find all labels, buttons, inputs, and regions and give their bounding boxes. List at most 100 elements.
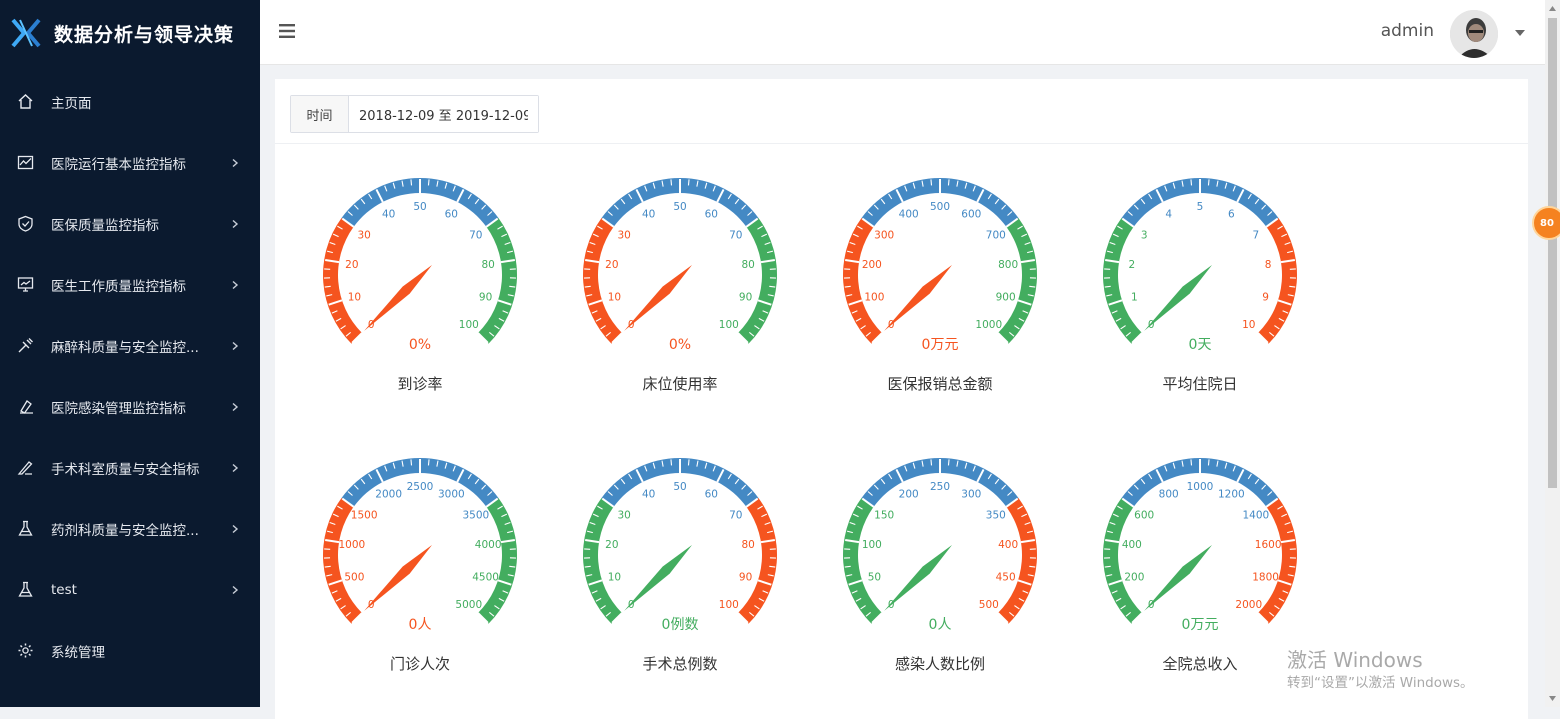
main-panel: 时间 01020304050607080901000%到诊率0102030405… xyxy=(275,79,1528,719)
top-header: admin xyxy=(260,0,1545,65)
gauge-title: 感染人数比例 xyxy=(895,655,985,673)
date-range-input[interactable] xyxy=(349,96,538,132)
gauge-pointer xyxy=(364,545,432,611)
gauge-tick xyxy=(585,286,591,287)
gauge-tick-label: 300 xyxy=(874,229,894,241)
gauge-tick-label: 500 xyxy=(930,201,950,213)
gauge-tick-label: 2500 xyxy=(407,481,434,493)
sidebar-item-0[interactable]: 主页面 xyxy=(0,71,260,132)
gauge-tick-label: 300 xyxy=(961,489,981,501)
gauge-tick xyxy=(1029,566,1035,567)
scroll-down-icon[interactable] xyxy=(1548,694,1557,703)
gauge-4: 0500100015002000250030003500400045005000… xyxy=(300,439,540,679)
gauge-tick xyxy=(1289,566,1295,567)
chevron-right-icon xyxy=(230,524,240,534)
gauge-tick-label: 250 xyxy=(930,481,950,493)
gauge-tick-label: 20 xyxy=(345,259,358,271)
gauge-tick-label: 30 xyxy=(617,509,630,521)
gauge-tick-label: 30 xyxy=(617,229,630,241)
sidebar-item-label: 主页面 xyxy=(51,92,92,112)
sidebar-item-label: 药剂科质量与安全监控... xyxy=(51,519,199,539)
gauge-tick-label: 1800 xyxy=(1252,571,1279,583)
gauge-band-0 xyxy=(1103,218,1142,344)
page-scrollbar[interactable] xyxy=(1545,0,1560,707)
gauge-chart: 0501001502002503003504004505000人感染人数比例 xyxy=(820,439,1060,679)
gauge-chart: 0123456789100天平均住院日 xyxy=(1080,159,1320,399)
sidebar-item-label: 医生工作质量监控指标 xyxy=(51,275,186,295)
gauge-tick xyxy=(325,286,331,287)
chevron-right-icon xyxy=(230,219,240,229)
gauge-chart: 0500100015002000250030003500400045005000… xyxy=(300,439,540,679)
gauge-title: 床位使用率 xyxy=(642,375,717,393)
gauge-tick-label: 9 xyxy=(1262,291,1269,303)
gauge-tick-label: 2 xyxy=(1129,259,1136,271)
gauge-title: 平均住院日 xyxy=(1162,375,1237,393)
gauge-tick xyxy=(509,566,515,567)
home-icon xyxy=(17,93,34,110)
gauge-tick-label: 400 xyxy=(998,539,1018,551)
caret-down-icon[interactable] xyxy=(1515,30,1525,36)
gauge-chart: 02004006008001000120014001600180020000万元… xyxy=(1080,439,1320,679)
avatar[interactable] xyxy=(1450,10,1498,58)
gauge-tick xyxy=(411,179,412,185)
gauge-7: 02004006008001000120014001600180020000万元… xyxy=(1080,439,1320,679)
gauge-tick xyxy=(1191,179,1192,185)
gauge-tick-label: 500 xyxy=(344,571,364,583)
gauge-tick xyxy=(1105,286,1111,287)
user-name[interactable]: admin xyxy=(1381,21,1434,41)
sidebar-menu: 主页面医院运行基本监控指标医保质量监控指标医生工作质量监控指标麻醉科质量与安全监… xyxy=(0,71,260,681)
gauge-tick xyxy=(931,179,932,185)
sidebar-item-5[interactable]: 医院感染管理监控指标 xyxy=(0,376,260,437)
hamburger-menu-icon[interactable] xyxy=(279,24,295,38)
date-filter-label: 时间 xyxy=(291,96,349,132)
scroll-up-icon[interactable] xyxy=(1548,4,1557,13)
chevron-right-icon xyxy=(230,158,240,168)
sidebar-item-9[interactable]: 系统管理 xyxy=(0,620,260,681)
sidebar-item-8[interactable]: test xyxy=(0,559,260,620)
gauge-pointer xyxy=(884,265,952,331)
gauge-tick xyxy=(428,459,429,465)
gauge-band-0 xyxy=(583,498,622,624)
sidebar-item-2[interactable]: 医保质量监控指标 xyxy=(0,193,260,254)
gauge-value: 0天 xyxy=(1189,337,1212,353)
sidebar-item-4[interactable]: 麻醉科质量与安全监控... xyxy=(0,315,260,376)
gauge-tick-label: 900 xyxy=(996,291,1016,303)
gauge-tick-label: 20 xyxy=(605,539,618,551)
chevron-right-icon xyxy=(230,402,240,412)
monitor-icon xyxy=(17,276,34,293)
gauge-tick xyxy=(1105,566,1111,567)
sidebar-item-6[interactable]: 手术科室质量与安全指标 xyxy=(0,437,260,498)
chevron-right-icon xyxy=(230,585,240,595)
gauge-tick xyxy=(428,179,429,185)
gauge-tick-label: 40 xyxy=(382,209,395,221)
gauge-band-2 xyxy=(1258,218,1297,344)
gauge-tick-label: 350 xyxy=(986,509,1006,521)
gauge-band-2 xyxy=(738,498,777,624)
gauge-tick-label: 70 xyxy=(729,509,742,521)
gauge-tick-label: 10 xyxy=(608,571,621,583)
gauge-title: 全院总收入 xyxy=(1162,655,1237,673)
gauge-tick-label: 50 xyxy=(673,201,686,213)
sidebar-item-1[interactable]: 医院运行基本监控指标 xyxy=(0,132,260,193)
chevron-right-icon xyxy=(230,463,240,473)
gauge-tick-label: 100 xyxy=(459,319,479,331)
gauge-tick-label: 100 xyxy=(719,599,739,611)
sidebar-item-7[interactable]: 药剂科质量与安全监控... xyxy=(0,498,260,559)
gauge-tick-label: 90 xyxy=(479,291,492,303)
floating-badge[interactable]: 80 xyxy=(1532,206,1560,240)
scroll-thumb[interactable] xyxy=(1548,18,1557,488)
gauge-pointer xyxy=(1144,545,1212,611)
gauge-tick-label: 200 xyxy=(1124,571,1144,583)
gauge-tick-label: 2000 xyxy=(1235,599,1262,611)
gauge-tick-label: 20 xyxy=(605,259,618,271)
gauge-5: 01020304050607080901000例数手术总例数 xyxy=(560,439,800,679)
gauge-tick-label: 3500 xyxy=(462,509,489,521)
gauge-tick-label: 60 xyxy=(705,489,718,501)
chart-icon xyxy=(17,154,34,171)
sidebar-item-label: 手术科室质量与安全指标 xyxy=(51,458,200,478)
gauge-tick-label: 80 xyxy=(481,259,494,271)
sidebar-item-label: 医保质量监控指标 xyxy=(51,214,159,234)
gauge-tick xyxy=(671,179,672,185)
sidebar-item-3[interactable]: 医生工作质量监控指标 xyxy=(0,254,260,315)
gauge-value: 0万元 xyxy=(1182,617,1219,633)
